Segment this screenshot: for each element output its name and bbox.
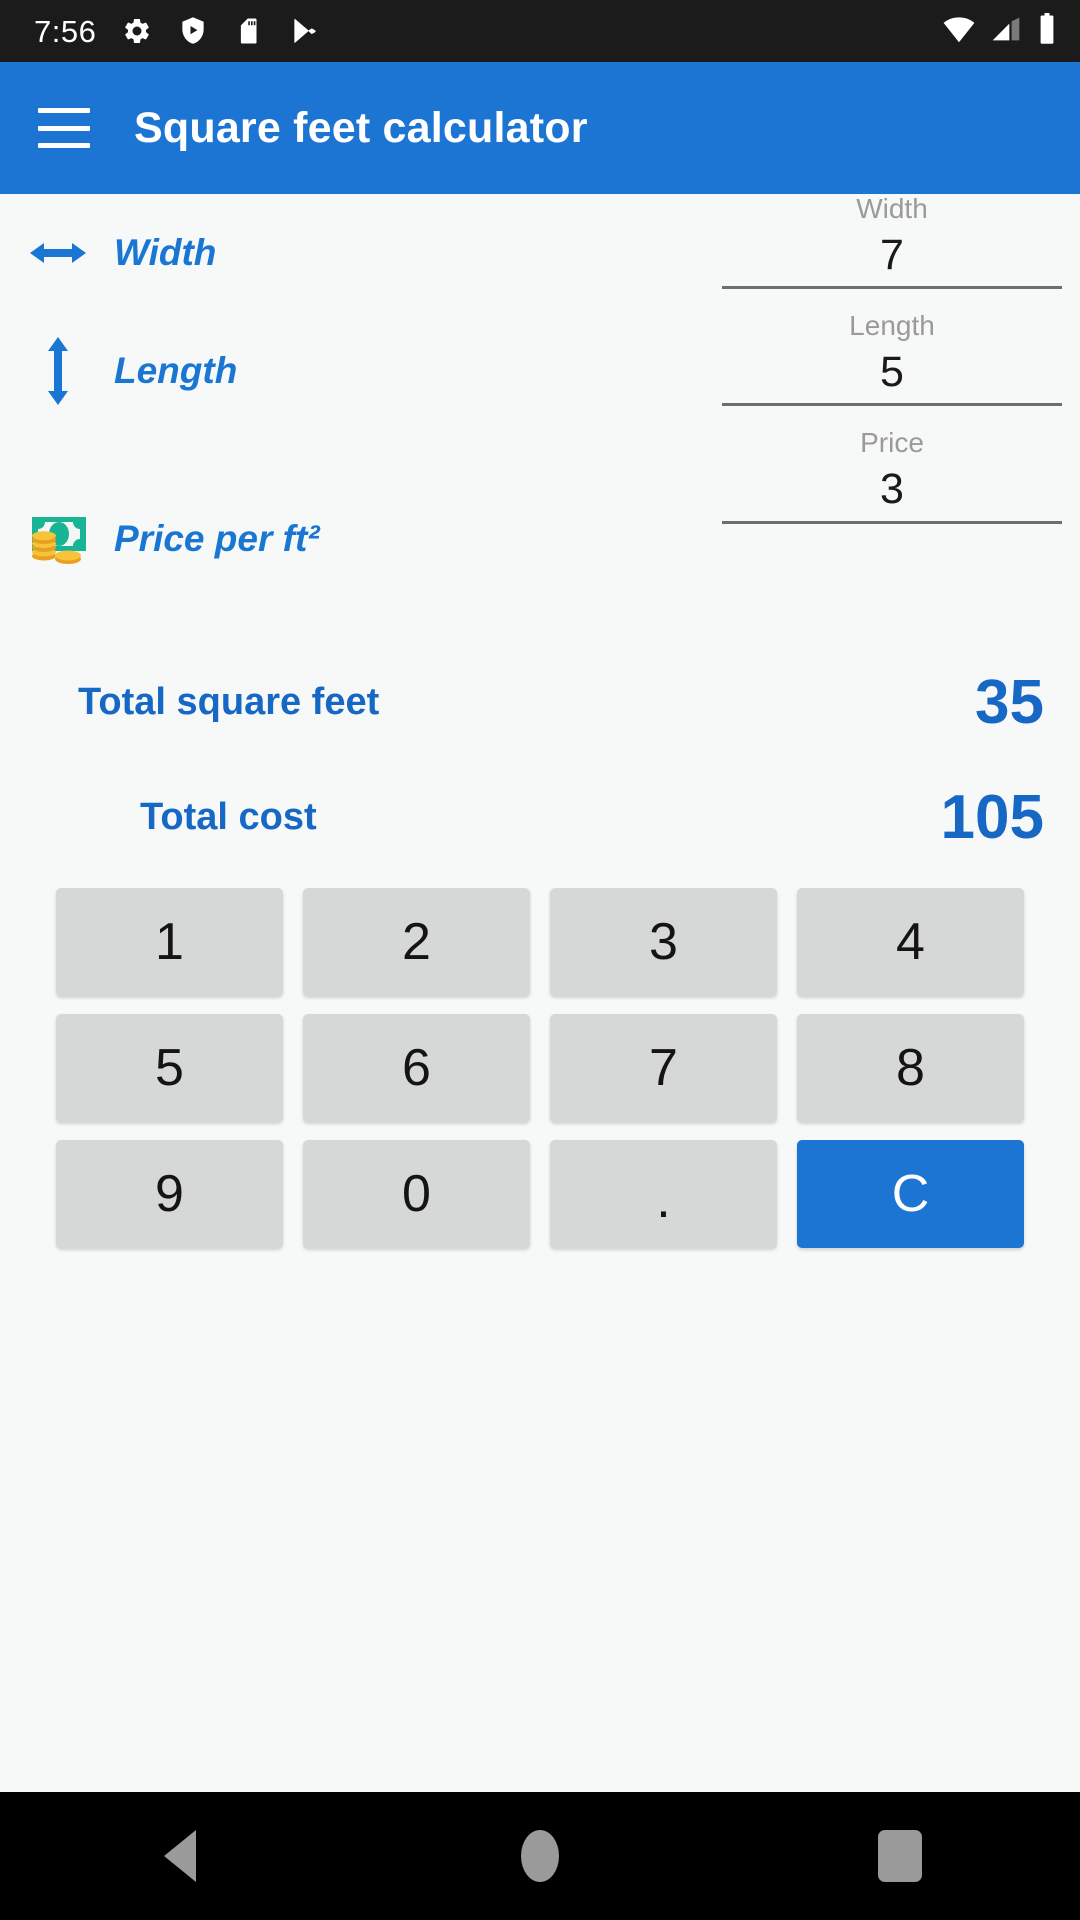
key-4[interactable]: 4: [797, 888, 1024, 996]
width-label-row: Width: [0, 194, 216, 312]
key-1[interactable]: 1: [56, 888, 283, 996]
results-section: Total square feet 35 Total cost 105: [0, 646, 1080, 876]
total-square-feet-label: Total square feet: [78, 680, 380, 723]
hamburger-menu-icon[interactable]: [38, 108, 90, 148]
recents-square-icon: [878, 1830, 922, 1882]
hamburger-line: [38, 108, 90, 113]
key-clear[interactable]: C: [797, 1140, 1024, 1248]
length-label: Length: [114, 350, 238, 391]
play-store-icon: [290, 16, 320, 46]
length-field[interactable]: Length 5: [722, 310, 1062, 407]
phone-screen: 7:56 Square feet calculator Width Length…: [0, 0, 1080, 1920]
key-2[interactable]: 2: [303, 888, 530, 996]
key-0[interactable]: 0: [303, 1140, 530, 1248]
status-bar-right: [942, 12, 1058, 50]
hamburger-line: [38, 143, 90, 148]
key-8[interactable]: 8: [797, 1014, 1024, 1122]
android-navigation-bar: [0, 1792, 1080, 1920]
vertical-double-arrow-icon: [22, 334, 94, 408]
back-button[interactable]: [120, 1806, 240, 1906]
home-circle-icon: [521, 1830, 559, 1882]
price-input[interactable]: 3: [722, 465, 1062, 520]
price-label-row: Price per ft²: [0, 480, 320, 598]
key-5[interactable]: 5: [56, 1014, 283, 1122]
length-field-label: Length: [849, 310, 935, 342]
status-bar: 7:56: [0, 0, 1080, 62]
keypad-row: 1 2 3 4: [56, 888, 1024, 996]
width-field[interactable]: Width 7: [722, 193, 1062, 290]
length-label-row: Length: [0, 312, 237, 430]
home-button[interactable]: [480, 1806, 600, 1906]
width-field-label: Width: [856, 193, 928, 224]
wifi-icon: [942, 15, 976, 48]
cellular-signal-icon: [990, 15, 1022, 48]
total-cost-label: Total cost: [140, 795, 317, 838]
total-square-feet-row: Total square feet 35: [0, 646, 1080, 758]
hamburger-line: [38, 125, 90, 131]
price-label: Price per ft²: [114, 518, 320, 559]
price-field-underline: [722, 520, 1062, 524]
battery-icon: [1036, 12, 1058, 50]
sd-card-icon: [234, 16, 264, 46]
key-9[interactable]: 9: [56, 1140, 283, 1248]
back-triangle-icon: [164, 1830, 196, 1882]
price-field[interactable]: Price 3: [722, 427, 1062, 524]
total-cost-value: 105: [940, 782, 1044, 852]
form-input-column: Width 7 Length 5 Price 3: [722, 193, 1062, 546]
main-content: Width Length Price per ft² Width 7 Lengt…: [0, 193, 1080, 1792]
gear-icon: [122, 16, 152, 46]
app-bar: Square feet calculator: [0, 62, 1080, 194]
key-decimal-point[interactable]: .: [550, 1140, 777, 1248]
horizontal-double-arrow-icon: [22, 238, 94, 268]
length-field-underline: [722, 403, 1062, 407]
keypad-row: 5 6 7 8: [56, 1014, 1024, 1122]
width-label: Width: [114, 232, 217, 273]
price-field-label: Price: [860, 427, 924, 459]
key-7[interactable]: 7: [550, 1014, 777, 1122]
play-protect-shield-icon: [178, 16, 208, 46]
total-square-feet-value: 35: [975, 667, 1044, 737]
length-input[interactable]: 5: [722, 348, 1062, 403]
status-bar-left: 7:56: [34, 16, 320, 47]
dimensions-form: Width Length Price per ft² Width 7 Lengt…: [0, 193, 1080, 634]
recents-button[interactable]: [840, 1806, 960, 1906]
key-6[interactable]: 6: [303, 1014, 530, 1122]
page-title: Square feet calculator: [134, 103, 588, 152]
money-banknote-coins-icon: [22, 511, 94, 567]
key-3[interactable]: 3: [550, 888, 777, 996]
width-input[interactable]: 7: [722, 231, 1062, 286]
status-clock: 7:56: [34, 13, 97, 49]
width-field-underline: [722, 286, 1062, 290]
numeric-keypad: 1 2 3 4 5 6 7 8 9 0 . C: [0, 888, 1080, 1248]
keypad-row: 9 0 . C: [56, 1140, 1024, 1248]
total-cost-row: Total cost 105: [0, 758, 1080, 876]
